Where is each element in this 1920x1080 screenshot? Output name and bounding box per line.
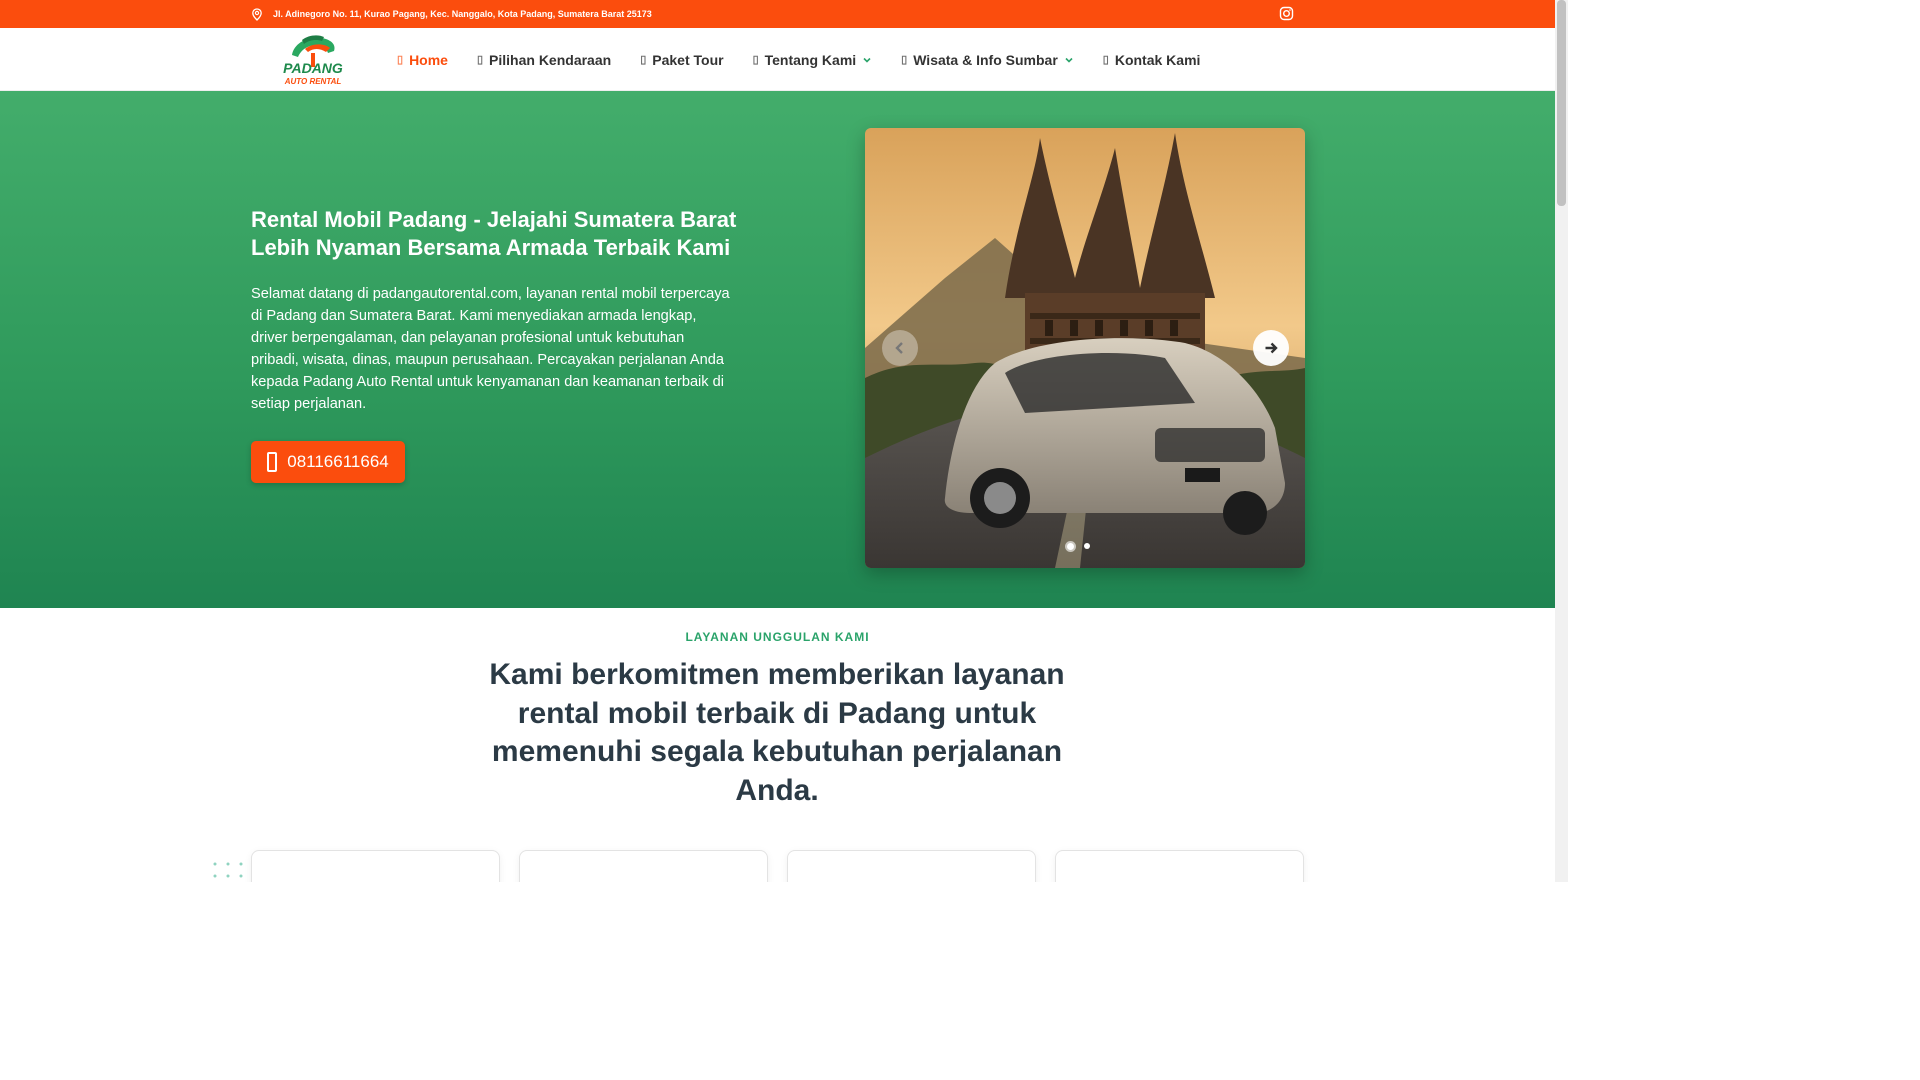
slider-dot-2[interactable]: [1083, 543, 1090, 549]
hero-title: Rental Mobil Padang - Jelajahi Sumatera …: [251, 207, 737, 260]
header: PADANG AUTO RENTAL ▯ Home ▯ Pilihan Kend…: [0, 28, 1555, 91]
address-text: Jl. Adinegoro No. 11, Kurao Pagang, Kec.…: [273, 9, 652, 19]
nav-home[interactable]: ▯ Home: [397, 52, 448, 68]
decorative-dots: [213, 862, 243, 878]
call-button[interactable]: 08116611664: [251, 441, 405, 483]
map-icon: ▯: [901, 54, 908, 66]
call-button-label: 08116611664: [287, 452, 389, 471]
image-slider[interactable]: [865, 128, 1305, 568]
scrollbar[interactable]: [1555, 0, 1568, 882]
service-card[interactable]: [251, 850, 500, 882]
address: Jl. Adinegoro No. 11, Kurao Pagang, Kec.…: [251, 0, 652, 28]
slider-dots: [865, 543, 1298, 550]
nav-wisata-info-label: Wisata & Info Sumbar: [913, 51, 1058, 68]
home-icon: ▯: [397, 54, 404, 66]
nav-pilihan-kendaraan[interactable]: ▯ Pilihan Kendaraan: [477, 52, 611, 68]
slider-next-button[interactable]: [1253, 330, 1289, 366]
nav-tentang-kami[interactable]: ▯ Tentang Kami: [753, 52, 873, 68]
top-bar: Jl. Adinegoro No. 11, Kurao Pagang, Kec.…: [0, 0, 1555, 28]
chevron-down-icon: [1065, 57, 1073, 63]
tour-icon: ▯: [640, 54, 647, 66]
nav-tentang-kami-label: Tentang Kami: [764, 51, 857, 68]
page: Jl. Adinegoro No. 11, Kurao Pagang, Kec.…: [0, 0, 1568, 882]
car-icon: ▯: [476, 54, 484, 66]
slider-dot-1[interactable]: [1066, 543, 1074, 550]
scrollbar-thumb[interactable]: [1557, 0, 1566, 206]
service-card[interactable]: [1055, 850, 1304, 882]
section-label: LAYANAN UNGGULAN KAMI: [685, 630, 870, 644]
phone-icon: [267, 452, 278, 472]
nav-home-label: Home: [409, 51, 448, 68]
nav-paket-tour[interactable]: ▯ Paket Tour: [640, 52, 723, 68]
nav-pilihan-kendaraan-label: Pilihan Kendaraan: [489, 51, 612, 68]
nav-wisata-info[interactable]: ▯ Wisata & Info Sumbar: [901, 52, 1074, 68]
nav-paket-tour-label: Paket Tour: [652, 51, 724, 68]
logo-text-2: AUTO RENTAL: [284, 77, 342, 86]
chevron-left-icon: [895, 342, 903, 354]
hero-description: Selamat datang di padangautorental.com, …: [251, 286, 730, 412]
arrow-right-icon: [1265, 342, 1278, 354]
hero-section: Rental Mobil Padang - Jelajahi Sumatera …: [0, 91, 1555, 608]
nav-kontak-kami[interactable]: ▯ Kontak Kami: [1103, 52, 1201, 68]
info-icon: ▯: [752, 54, 759, 66]
instagram-icon[interactable]: [1279, 6, 1294, 21]
phone-icon: ▯: [1102, 54, 1109, 66]
main-nav: ▯ Home ▯ Pilihan Kendaraan ▯ Paket Tour …: [397, 28, 1229, 91]
service-card[interactable]: [519, 850, 768, 882]
logo[interactable]: PADANG AUTO RENTAL: [278, 31, 348, 87]
service-cards: [251, 850, 1304, 882]
map-pin-icon: [252, 7, 262, 21]
chevron-down-icon: [863, 57, 871, 63]
nav-kontak-kami-label: Kontak Kami: [1114, 51, 1201, 68]
slide-image: [865, 128, 1305, 568]
section-title: Kami berkomitmen memberikan layanan rent…: [489, 658, 1065, 807]
logo-text-1: PADANG: [283, 60, 343, 76]
service-card[interactable]: [787, 850, 1036, 882]
slider-prev-button[interactable]: [882, 330, 918, 366]
